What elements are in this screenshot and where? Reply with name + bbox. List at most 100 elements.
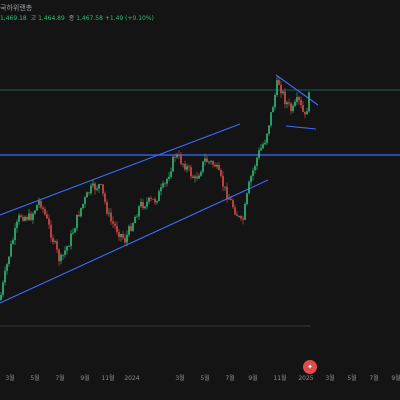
x-axis-label: 3월 [175,374,184,382]
candle-body [174,156,176,158]
x-axis-label: 9월 [248,374,257,382]
ohlc-readout: 1,469.18 고 1,464.89 종 1,467.58 +1.49 (+0… [0,15,154,23]
candle-body [16,221,18,229]
candle-body [20,215,22,218]
candle-body [252,170,254,177]
candle-body [140,201,142,207]
candle-body [236,214,238,217]
candle-body [178,154,180,156]
candle-body [156,201,158,203]
candle-body [54,241,56,243]
candle-body [302,105,304,112]
candle-body [152,198,154,200]
candle-body [264,142,266,145]
high-label: 고 [30,15,37,22]
candle-body [136,216,138,218]
candle-body [222,175,224,187]
candle-body [296,97,298,102]
candle-body [284,91,286,105]
candle-body [22,217,24,221]
candle-body [234,207,236,215]
candle-body [68,246,70,247]
candle-body [188,166,190,168]
candle-body [0,294,2,300]
candle-body [142,201,144,209]
close-label: 종 [68,15,75,22]
candle-body [130,226,132,231]
x-axis-label: 9월 [80,374,89,382]
candle-body [280,84,282,94]
candle-body [118,232,120,237]
candle-body [282,91,284,94]
candle-body [198,175,200,179]
candle-body [10,243,12,257]
change-value: +1.49 (+0.10%) [104,15,154,22]
candle-body [138,206,140,217]
candle-body [216,165,218,167]
x-axis-label: 7월 [225,374,234,382]
candle-body [92,183,94,186]
price-chart[interactable]: 3월 5월 7월 9월 11월 2024 3월 5월 7월 9월 11월 2025 3월 5월 7월 9월 [0,0,400,400]
candle-body [250,176,252,182]
close-value: 1,467.58 [76,15,103,22]
candle-body [304,111,306,115]
candle-body [52,237,54,243]
candle-body [192,176,194,179]
candle-body [74,228,76,233]
x-axis-label: 2024 [124,375,139,382]
candle-body [180,155,182,164]
candle-body [62,254,64,256]
candle-body [218,165,220,171]
candle-body [8,256,10,265]
candle-body [226,186,228,199]
candle-body [214,164,216,167]
candle-body [80,207,82,217]
candle-body [88,192,90,194]
candle-body [76,214,78,229]
candle-body [200,171,202,176]
x-axis-label: 5월 [30,374,39,382]
candle-body [248,181,250,194]
candle-body [266,133,268,143]
x-axis-label: 9월 [391,374,400,382]
candle-body [78,214,80,217]
candle-body [164,183,166,185]
candle-body [18,215,20,222]
candle-body [288,102,290,104]
chart-title: 국하위랜총 [0,4,33,12]
candle-body [134,216,136,224]
high-value: 1,464.89 [38,15,65,22]
candle-body [122,234,124,238]
candle-body [194,176,196,179]
candle-body [184,163,186,170]
candle-body [112,221,114,224]
candle-body [166,178,168,184]
candle-body [96,188,98,190]
event-icon[interactable]: ✦ [303,360,317,374]
candle-body [278,80,280,85]
candle-body [160,187,162,192]
candle-body [242,218,244,220]
candle-body [182,163,184,165]
x-axis-label: 7월 [55,374,64,382]
candle-body [110,212,112,222]
candle-body [6,264,8,271]
candle-body [36,204,38,211]
x-axis-label: 5월 [347,374,356,382]
candle-body [82,203,84,208]
candle-body [24,216,26,221]
candle-body [144,206,146,209]
candle-body [258,150,260,158]
candle-body [230,198,232,201]
x-axis-label: 2025 [298,375,313,382]
candle-body [300,100,302,106]
candle-body [48,218,50,225]
candle-body [168,176,170,179]
candle-body [210,161,212,162]
candle-body [126,234,128,243]
candle-body [220,170,222,176]
candle-body [232,200,234,208]
candle-body [254,166,256,171]
candle-body [154,198,156,203]
candle-body [44,208,46,215]
